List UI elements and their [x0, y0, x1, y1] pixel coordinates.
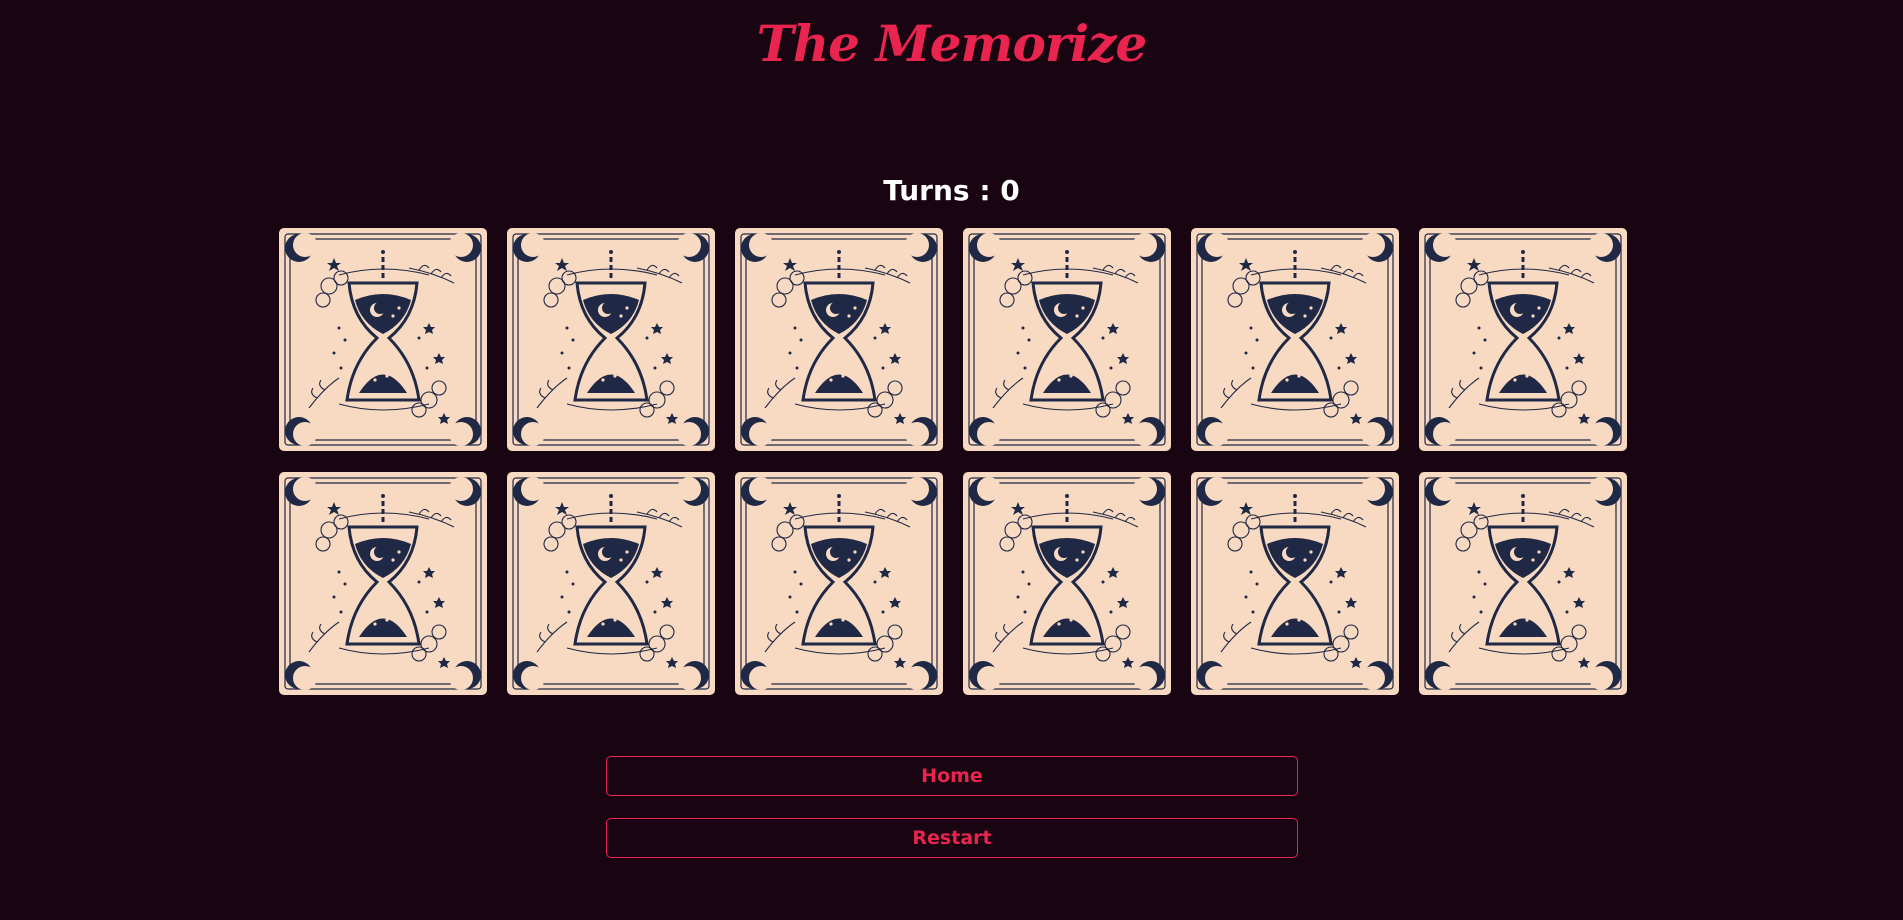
card-grid — [279, 228, 1627, 695]
restart-button[interactable]: Restart — [606, 818, 1298, 858]
hourglass-tarot-icon — [512, 477, 710, 690]
memory-card[interactable] — [1191, 228, 1399, 451]
hourglass-tarot-icon — [968, 233, 1166, 446]
hourglass-tarot-icon — [1196, 477, 1394, 690]
memory-card[interactable] — [507, 472, 715, 695]
hourglass-tarot-icon — [512, 233, 710, 446]
memory-card[interactable] — [963, 472, 1171, 695]
hourglass-tarot-icon — [740, 233, 938, 446]
home-button[interactable]: Home — [606, 756, 1298, 796]
hourglass-tarot-icon — [740, 477, 938, 690]
hourglass-tarot-icon — [284, 233, 482, 446]
memory-card[interactable] — [1191, 472, 1399, 695]
hourglass-tarot-icon — [1424, 477, 1622, 690]
app-logo: The Memorize — [756, 14, 1148, 73]
memory-card[interactable] — [1419, 228, 1627, 451]
turns-counter: Turns : 0 — [883, 174, 1020, 207]
memory-card[interactable] — [279, 472, 487, 695]
memory-card[interactable] — [735, 228, 943, 451]
hourglass-tarot-icon — [968, 477, 1166, 690]
memory-card[interactable] — [1419, 472, 1627, 695]
memory-card[interactable] — [507, 228, 715, 451]
hourglass-tarot-icon — [1424, 233, 1622, 446]
hourglass-tarot-icon — [284, 477, 482, 690]
memory-card[interactable] — [963, 228, 1171, 451]
memory-card[interactable] — [735, 472, 943, 695]
memory-card[interactable] — [279, 228, 487, 451]
hourglass-tarot-icon — [1196, 233, 1394, 446]
